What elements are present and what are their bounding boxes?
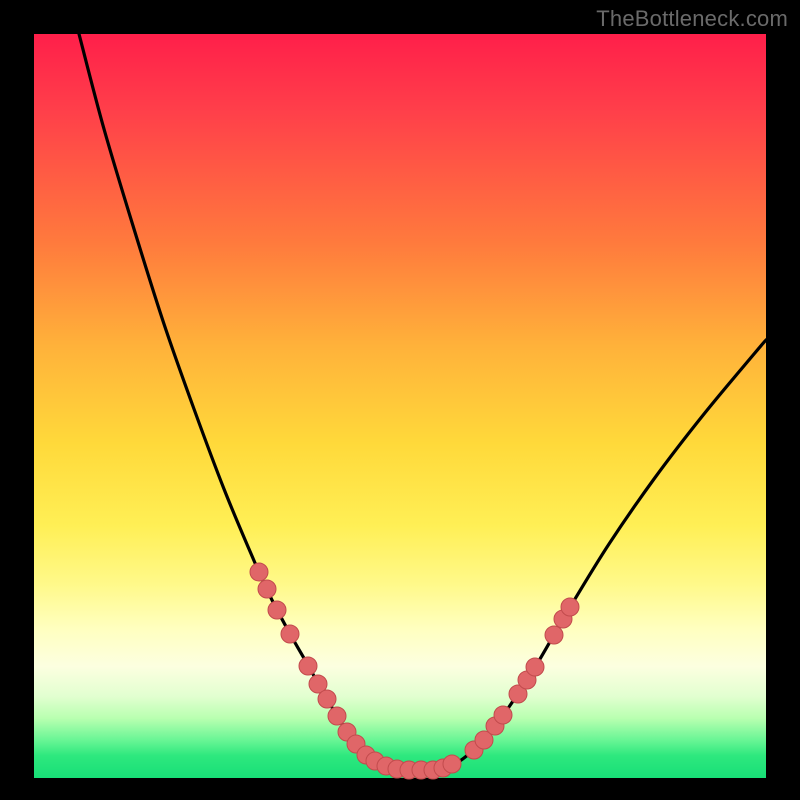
chart-svg: [34, 34, 766, 778]
chart-plot-area: [34, 34, 766, 778]
curve-dot: [281, 625, 299, 643]
curve-dot: [561, 598, 579, 616]
curve-dot: [250, 563, 268, 581]
curve-dot: [545, 626, 563, 644]
curve-dot: [443, 755, 461, 773]
chart-frame: TheBottleneck.com: [0, 0, 800, 800]
curve-dot: [268, 601, 286, 619]
watermark-text: TheBottleneck.com: [596, 6, 788, 32]
curve-dot: [494, 706, 512, 724]
dot-layer: [250, 563, 579, 779]
curve-dot: [318, 690, 336, 708]
curve-dot: [299, 657, 317, 675]
curve-dot: [328, 707, 346, 725]
curve-dot: [526, 658, 544, 676]
curve-dot: [258, 580, 276, 598]
bottleneck-curve: [79, 34, 766, 770]
